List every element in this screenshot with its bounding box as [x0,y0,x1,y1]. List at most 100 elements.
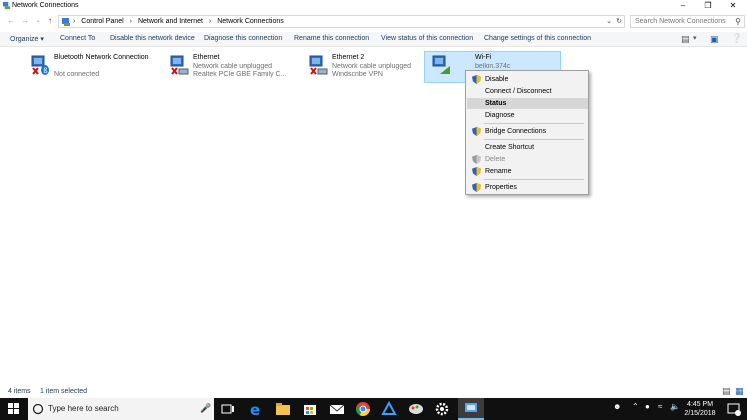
menu-label: Delete [485,156,506,163]
menu-item-status[interactable]: Status [467,98,588,109]
wifi-adapter-icon [432,55,450,74]
show-hidden-icons-chevron-icon[interactable]: ⌃ [632,402,639,411]
taskbar-search-input[interactable]: Type here to search 🎤 [28,398,214,420]
change-settings-button[interactable]: Change settings of this connection [484,35,591,42]
menu-separator [484,179,584,180]
breadcrumb-network-connections[interactable]: Network Connections [217,18,284,25]
change-view-icon[interactable]: ▤ [681,34,690,45]
uac-shield-icon [472,155,481,164]
disable-device-button[interactable]: Disable this network device [110,35,195,42]
details-view-icon[interactable]: ▤ [722,386,731,397]
window-title: Network Connections [12,2,79,9]
ethernet-adapter-icon [170,55,189,75]
taskbar-search-placeholder: Type here to search [48,404,119,413]
menu-item-diagnose[interactable]: Diagnose [467,110,588,121]
close-button[interactable]: ✕ [721,0,745,12]
maximize-button[interactable]: ❐ [696,0,720,12]
breadcrumb: › Control Panel › Network and Internet ›… [73,18,284,25]
mail-icon[interactable] [329,401,345,417]
menu-item-disable[interactable]: Disable [467,74,588,85]
uac-shield-icon [472,167,481,176]
search-input[interactable]: Search Network Connections ⚲ [630,15,745,28]
bluetooth-adapter-icon: ß [31,55,49,75]
menu-item-properties[interactable]: Properties [467,182,588,193]
wifi-tray-icon[interactable]: ≈ [658,402,662,411]
item-ethernet[interactable]: Ethernet Network cable unplugged Realtek… [163,52,293,84]
menu-label: Connect / Disconnect [485,88,552,95]
item-name: Bluetooth Network Connection [54,54,149,61]
search-icon[interactable]: ⚲ [735,17,741,26]
menu-label: Status [485,100,507,107]
item-bluetooth-network-connection[interactable]: ß Bluetooth Network Connection Not conne… [24,52,154,84]
tray-app-icon[interactable]: ● [645,402,650,411]
people-icon[interactable]: ☻ [613,402,621,411]
uac-shield-icon [472,183,481,192]
address-dropdown-icon[interactable]: ⌄ [606,17,612,25]
item-ethernet-2[interactable]: Ethernet 2 Network cable unplugged Winds… [302,52,432,84]
taskbar: Type here to search 🎤 e ☻ ⌃ ● ≈ 🔈 4:45 P… [0,398,747,420]
menu-label: Rename [485,168,512,175]
item-name: Ethernet 2 [332,54,365,61]
help-icon[interactable]: ❔ [731,33,742,44]
menu-separator [484,139,584,140]
back-arrow-icon[interactable]: ← [5,15,17,27]
svg-text:ß: ß [43,67,48,75]
clock-time: 4:45 PM [686,401,714,408]
address-bar[interactable]: › Control Panel › Network and Internet ›… [58,15,625,28]
title-bar: Network Connections – ❐ ✕ [0,0,747,12]
large-icons-view-icon[interactable]: ▦ [735,386,744,397]
menu-label: Properties [485,184,517,191]
breadcrumb-network-and-internet[interactable]: Network and Internet [138,18,203,25]
paint-app-icon[interactable] [408,401,424,417]
search-icon [32,403,44,415]
menu-item-rename[interactable]: Rename [467,166,588,177]
drive-sync-icon[interactable] [381,401,397,417]
menu-label: Bridge Connections [485,128,547,135]
context-menu: Disable Connect / Disconnect Status Diag… [465,70,589,195]
connect-to-button[interactable]: Connect To [60,35,95,42]
svg-text:e: e [250,401,260,417]
menu-label: Disable [485,76,509,83]
status-bar: 4 items 1 item selected ▤ ▦ [0,386,747,398]
recent-locations-icon[interactable]: ⌄ [32,15,44,27]
organize-button[interactable]: Organize ▾ [10,35,44,43]
taskbar-clock[interactable]: 4:45 PM 2/15/2018 [680,400,720,418]
uac-shield-icon [472,75,481,84]
menu-label: Create Shortcut [485,144,535,151]
store-icon[interactable] [302,401,318,417]
item-name: Ethernet [193,54,220,61]
menu-item-connect-disconnect[interactable]: Connect / Disconnect [467,86,588,97]
windows-start-icon[interactable] [0,398,28,420]
minimize-button[interactable]: – [671,0,695,12]
rename-button[interactable]: Rename this connection [294,35,369,42]
menu-item-create-shortcut[interactable]: Create Shortcut [467,142,588,153]
view-status-button[interactable]: View status of this connection [381,35,473,42]
ethernet-adapter-icon [309,55,328,75]
settings-gear-icon[interactable] [434,401,450,417]
chrome-icon[interactable] [355,401,371,417]
network-connections-icon [2,1,11,10]
network-connections-window-icon [465,403,477,412]
file-explorer-icon[interactable] [275,401,291,417]
preview-pane-icon[interactable]: ▣ [710,34,719,45]
action-center-icon[interactable] [726,401,742,417]
volume-icon[interactable]: 🔈 [670,402,680,411]
menu-item-delete[interactable]: Delete [467,154,588,165]
control-panel-icon [62,18,70,26]
taskbar-network-connections-button[interactable] [458,398,484,420]
forward-arrow-icon[interactable]: → [19,15,31,27]
microphone-icon[interactable]: 🎤 [200,403,211,414]
menu-item-bridge-connections[interactable]: Bridge Connections [467,126,588,137]
menu-label: Diagnose [485,112,515,119]
address-row: ← → ⌄ ↑ › Control Panel › Network and In… [0,14,747,29]
refresh-icon[interactable]: ↻ [616,17,622,25]
command-bar: Organize ▾ Connect To Disable this netwo… [0,32,747,47]
item-count: 4 items [8,388,31,395]
diagnose-button[interactable]: Diagnose this connection [204,35,282,42]
up-arrow-icon[interactable]: ↑ [44,15,56,27]
edge-browser-icon[interactable]: e [248,401,264,417]
item-status: Network cable unplugged [332,63,411,70]
breadcrumb-control-panel[interactable]: Control Panel [81,18,123,25]
view-dropdown-icon[interactable]: ▾ [693,34,697,42]
task-view-icon[interactable] [220,401,236,417]
